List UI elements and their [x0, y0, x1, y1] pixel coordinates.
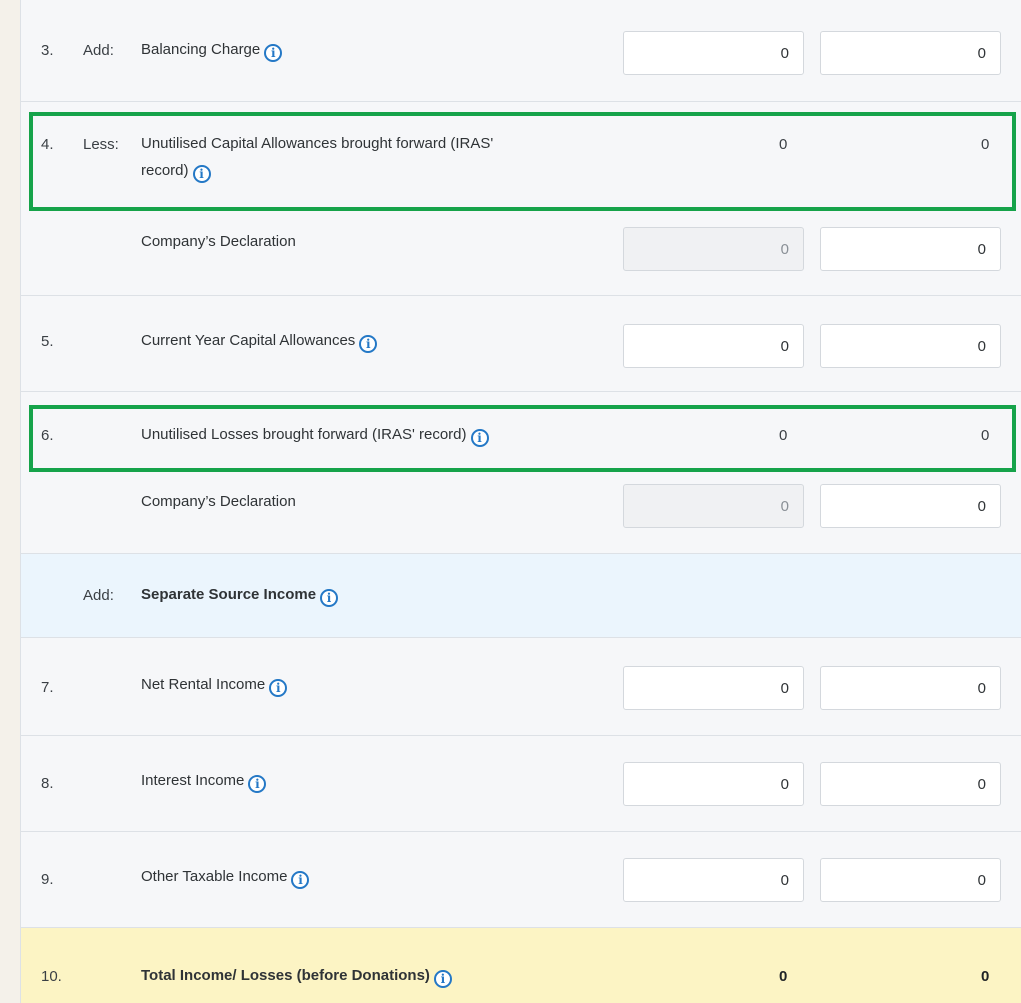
- row-number: 6.: [41, 427, 54, 444]
- company-declaration-input-2[interactable]: [820, 227, 1001, 271]
- current-year-ca-input-2[interactable]: [820, 324, 1001, 368]
- info-icon[interactable]: i: [269, 679, 288, 697]
- info-icon[interactable]: i: [359, 335, 378, 353]
- balancing-charge-input-1[interactable]: [623, 31, 804, 75]
- row-label: Unutilised Capital Allowances brought fo…: [141, 130, 493, 184]
- iras-record-value-1: 0: [779, 136, 788, 153]
- row-label: Current Year Capital Allowances i: [141, 327, 378, 354]
- row-label: Other Taxable Income i: [141, 863, 310, 890]
- label-text: Interest Income: [141, 772, 245, 789]
- section-separate-source-income: Add: Separate Source Income i: [21, 554, 1021, 638]
- row-number: 7.: [41, 679, 54, 696]
- row-label: Unutilised Losses brought forward (IRAS'…: [141, 421, 489, 448]
- row-current-year-capital-allowances: 5. Current Year Capital Allowances i: [21, 296, 1021, 392]
- label-text: Other Taxable Income: [141, 868, 288, 885]
- row-unutilised-capital-allowances: 4. Less: Unutilised Capital Allowances b…: [21, 102, 1021, 296]
- row-label: Net Rental Income i: [141, 671, 288, 698]
- section-title-text: Separate Source Income: [141, 586, 317, 603]
- other-taxable-income-input-1[interactable]: [623, 858, 804, 902]
- total-value-2: 0: [981, 968, 990, 985]
- row-number: 4.: [41, 136, 54, 153]
- row-number: 10.: [41, 968, 62, 985]
- section-prefix: Add:: [83, 587, 114, 604]
- label-text-line1: Unutilised Capital Allowances brought fo…: [141, 135, 494, 152]
- row-number: 9.: [41, 871, 54, 888]
- row-prefix: Less:: [83, 136, 119, 153]
- row-label: Balancing Charge i: [141, 36, 283, 63]
- company-declaration-losses-input-2[interactable]: [820, 484, 1001, 528]
- section-title: Separate Source Income i: [141, 581, 339, 608]
- info-icon[interactable]: i: [291, 871, 310, 889]
- label-text: Current Year Capital Allowances: [141, 332, 356, 349]
- row-label: Total Income/ Losses (before Donations) i: [141, 962, 452, 989]
- iras-record-value-2: 0: [981, 136, 990, 153]
- info-icon[interactable]: i: [248, 775, 267, 793]
- row-number: 5.: [41, 333, 54, 350]
- label-text: Balancing Charge: [141, 41, 261, 58]
- company-declaration-label: Company’s Declaration: [141, 493, 296, 510]
- info-icon[interactable]: i: [264, 44, 283, 62]
- row-balancing-charge: 3. Add: Balancing Charge i: [21, 0, 1021, 102]
- balancing-charge-input-2[interactable]: [820, 31, 1001, 75]
- company-declaration-losses-input-1[interactable]: [623, 484, 804, 528]
- row-unutilised-losses: 6. Unutilised Losses brought forward (IR…: [21, 392, 1021, 554]
- label-text: Unutilised Losses brought forward (IRAS'…: [141, 426, 467, 443]
- info-icon[interactable]: i: [320, 589, 339, 607]
- row-number: 8.: [41, 775, 54, 792]
- tax-computation-form: 3. Add: Balancing Chargei 4. Less: Unuti…: [20, 0, 1021, 1003]
- row-prefix: Add:: [83, 42, 114, 59]
- other-taxable-income-input-2[interactable]: [820, 858, 1001, 902]
- label-text: Net Rental Income: [141, 676, 266, 693]
- company-declaration-label: Company’s Declaration: [141, 233, 296, 250]
- interest-income-input-2[interactable]: [820, 762, 1001, 806]
- row-total-income: 10. Total Income/ Losses (before Donatio…: [21, 928, 1021, 1003]
- label-text-line2: record): [141, 162, 189, 179]
- interest-income-input-1[interactable]: [623, 762, 804, 806]
- row-label: Interest Income i: [141, 767, 267, 794]
- iras-losses-value-1: 0: [779, 427, 788, 444]
- iras-losses-value-2: 0: [981, 427, 990, 444]
- row-number: 3.: [41, 42, 54, 59]
- row-other-taxable-income: 9. Other Taxable Income i: [21, 832, 1021, 928]
- net-rental-income-input-2[interactable]: [820, 666, 1001, 710]
- net-rental-income-input-1[interactable]: [623, 666, 804, 710]
- info-icon[interactable]: i: [433, 970, 452, 988]
- label-text: Total Income/ Losses (before Donations): [141, 967, 430, 984]
- row-interest-income: 8. Interest Income i: [21, 736, 1021, 832]
- info-icon[interactable]: i: [192, 165, 211, 183]
- company-declaration-input-1[interactable]: [623, 227, 804, 271]
- info-icon[interactable]: i: [470, 429, 489, 447]
- current-year-ca-input-1[interactable]: [623, 324, 804, 368]
- total-value-1: 0: [779, 968, 788, 985]
- row-net-rental-income: 7. Net Rental Income i: [21, 638, 1021, 736]
